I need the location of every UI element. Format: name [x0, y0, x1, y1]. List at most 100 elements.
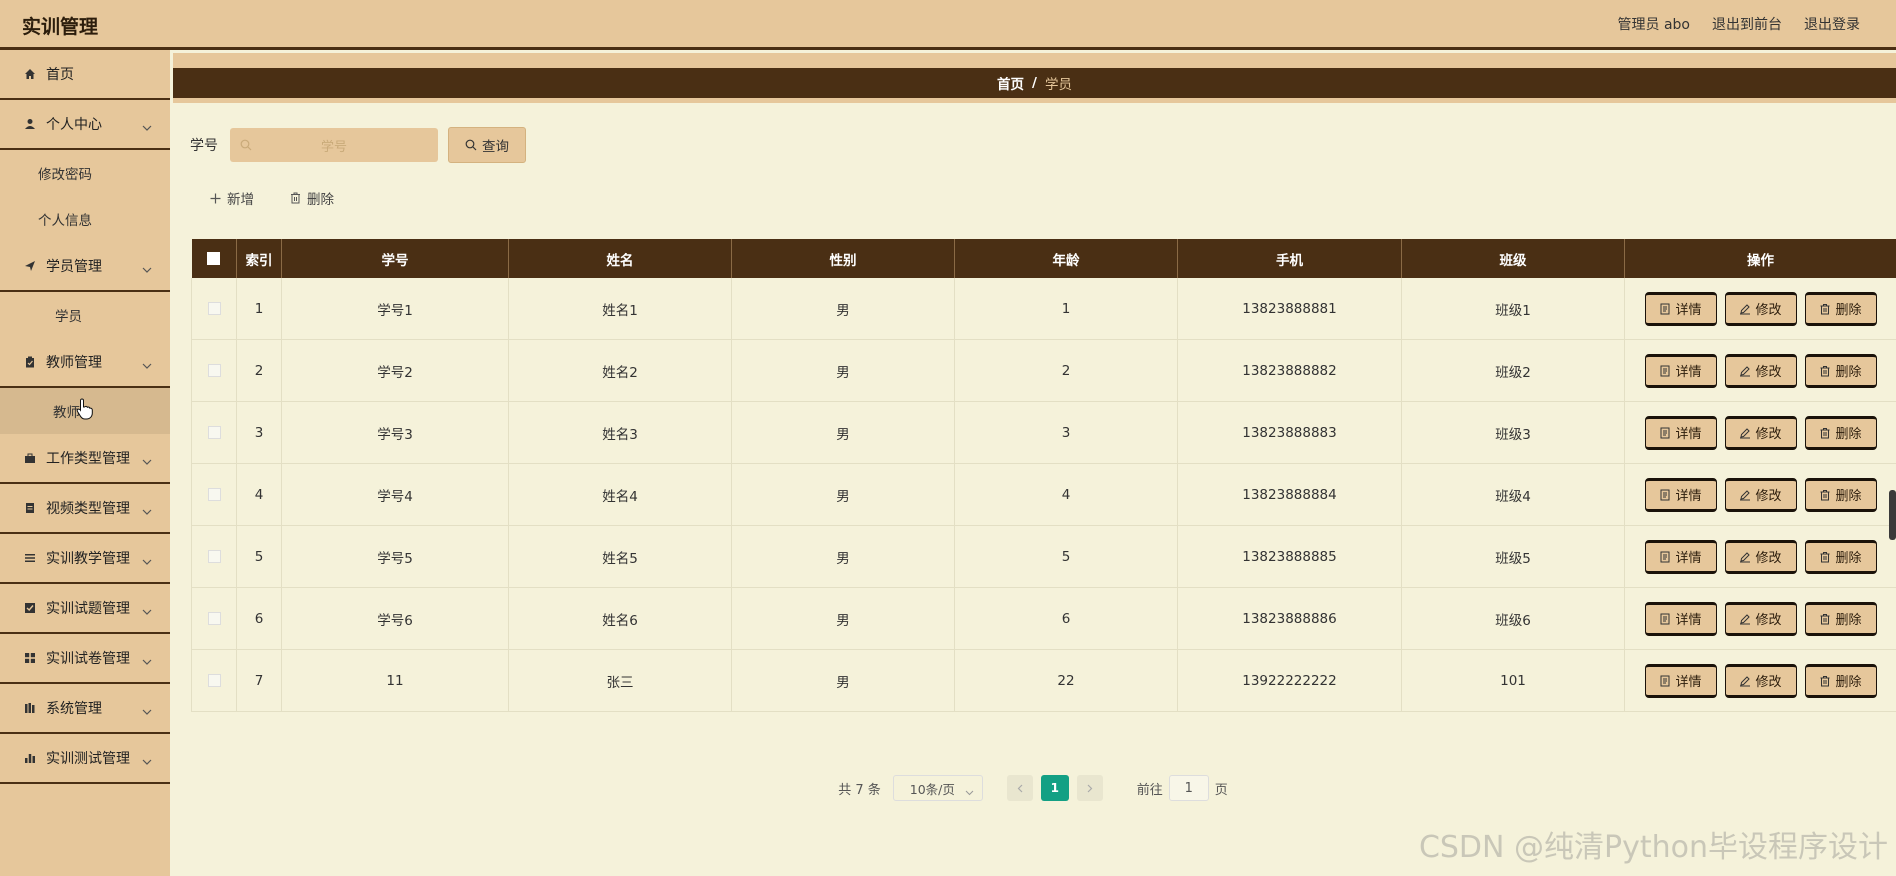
detail-button[interactable]: 详情 — [1644, 477, 1717, 512]
select-all-cell — [191, 239, 237, 278]
sidebar-subitem-student[interactable]: 学员 — [0, 292, 170, 338]
sidebar-item-personal-center[interactable]: 个人中心 — [0, 100, 170, 150]
prev-page-button[interactable] — [1006, 775, 1033, 801]
detail-button[interactable]: 详情 — [1644, 415, 1717, 450]
page-number-current[interactable]: 1 — [1040, 775, 1069, 801]
sidebar-subitem-change-password[interactable]: 修改密码 — [0, 150, 170, 196]
batch-delete-button[interactable]: 删除 — [290, 188, 334, 208]
row-delete-button[interactable]: 删除 — [1804, 539, 1877, 574]
sidebar-item-video-type-management[interactable]: 视频类型管理 — [0, 484, 170, 534]
row-delete-button[interactable]: 删除 — [1804, 663, 1877, 698]
query-button[interactable]: 查询 — [448, 127, 526, 163]
row-delete-button-label: 删除 — [1835, 551, 1862, 566]
clipboard-icon — [24, 356, 36, 368]
row-delete-button[interactable]: 删除 — [1804, 477, 1877, 512]
edit-button-label: 修改 — [1755, 613, 1782, 628]
row-delete-button[interactable]: 删除 — [1804, 353, 1877, 388]
row-delete-button[interactable]: 删除 — [1804, 601, 1877, 636]
table-header-row: 索引 学号 姓名 性别 年龄 手机 班级 操作 — [191, 239, 1896, 278]
detail-button[interactable]: 详情 — [1644, 353, 1717, 388]
grid-icon — [24, 652, 36, 664]
row-checkbox[interactable] — [207, 488, 221, 501]
cell-class: 班级5 — [1401, 525, 1625, 588]
sidebar-item-system-management[interactable]: 系统管理 — [0, 684, 170, 734]
page-size-select[interactable]: 10条/页 — [892, 775, 983, 801]
student-id-search-input[interactable]: 学号 — [230, 128, 438, 162]
exit-to-front-link[interactable]: 退出到前台 — [1712, 14, 1782, 34]
row-checkbox[interactable] — [207, 302, 221, 315]
edit-button[interactable]: 修改 — [1724, 601, 1797, 636]
sidebar-item-paper-management[interactable]: 实训试卷管理 — [0, 634, 170, 684]
cell-student-id: 学号6 — [281, 587, 509, 650]
sidebar-item-work-type-management[interactable]: 工作类型管理 — [0, 434, 170, 484]
cell-gender: 男 — [731, 649, 955, 712]
trash-icon — [1820, 675, 1830, 686]
edit-button[interactable]: 修改 — [1724, 663, 1797, 698]
edit-icon — [1740, 427, 1751, 438]
chevron-left-icon — [1017, 784, 1023, 792]
goto-page-input[interactable]: 1 — [1168, 775, 1209, 801]
row-delete-button[interactable]: 删除 — [1804, 291, 1877, 326]
watermark: CSDN @纯清Python毕设程序设计 — [1418, 830, 1888, 865]
sidebar-item-test-management[interactable]: 实训测试管理 — [0, 734, 170, 784]
document-icon — [1660, 613, 1670, 624]
edit-button[interactable]: 修改 — [1724, 539, 1797, 574]
row-actions: 详情 修改 删除 — [1625, 539, 1896, 574]
table-row: 3 学号3 姓名3 男 3 13823888883 班级3 详情 修改 删除 — [191, 401, 1896, 464]
cell-index: 6 — [236, 587, 282, 650]
cell-actions: 详情 修改 删除 — [1624, 525, 1896, 588]
row-checkbox[interactable] — [207, 364, 221, 377]
add-button[interactable]: 新增 — [210, 188, 254, 208]
cell-actions: 详情 修改 删除 — [1624, 278, 1896, 340]
sidebar-item-teacher-management[interactable]: 教师管理 — [0, 338, 170, 388]
detail-button[interactable]: 详情 — [1644, 539, 1717, 574]
row-checkbox[interactable] — [207, 550, 221, 563]
page-size-value: 10条/页 — [909, 781, 955, 797]
books-icon — [24, 702, 36, 714]
row-checkbox[interactable] — [207, 612, 221, 625]
cell-student-id: 11 — [281, 649, 509, 712]
select-all-checkbox[interactable] — [207, 252, 221, 265]
sidebar-item-label: 学员管理 — [46, 259, 102, 275]
list-icon — [24, 552, 36, 564]
edit-button-label: 修改 — [1755, 551, 1782, 566]
document-icon — [1660, 551, 1670, 562]
cell-gender: 男 — [731, 339, 955, 402]
sidebar-item-home[interactable]: 首页 — [0, 50, 170, 100]
sidebar-item-question-management[interactable]: 实训试题管理 — [0, 584, 170, 634]
logout-link[interactable]: 退出登录 — [1804, 14, 1860, 34]
sidebar-item-student-management[interactable]: 学员管理 — [0, 242, 170, 292]
edit-button[interactable]: 修改 — [1724, 415, 1797, 450]
edit-button[interactable]: 修改 — [1724, 353, 1797, 388]
breadcrumb-home[interactable]: 首页 — [997, 73, 1024, 93]
edit-button[interactable]: 修改 — [1724, 291, 1797, 326]
detail-button[interactable]: 详情 — [1644, 291, 1717, 326]
edit-button-label: 修改 — [1755, 427, 1782, 442]
cell-class: 班级4 — [1401, 463, 1625, 526]
table-row: 2 学号2 姓名2 男 2 13823888882 班级2 详情 修改 删除 — [191, 339, 1896, 402]
cell-index: 2 — [236, 339, 282, 402]
scrollbar-thumb[interactable] — [1889, 490, 1896, 540]
document-icon — [1660, 303, 1670, 314]
cell-age: 5 — [954, 525, 1178, 588]
sidebar: 首页 个人中心 修改密码 个人信息 学员管理 学员 教师管理 教师 工作类型管理… — [0, 50, 170, 876]
sidebar-item-teaching-management[interactable]: 实训教学管理 — [0, 534, 170, 584]
cell-name: 姓名6 — [508, 587, 732, 650]
detail-button[interactable]: 详情 — [1644, 663, 1717, 698]
detail-button-label: 详情 — [1675, 613, 1702, 628]
sidebar-item-label: 实训试卷管理 — [46, 651, 130, 667]
row-checkbox[interactable] — [207, 426, 221, 439]
sidebar-item-label: 实训教学管理 — [46, 551, 130, 567]
row-select-cell — [191, 278, 237, 340]
detail-button[interactable]: 详情 — [1644, 601, 1717, 636]
row-select-cell — [191, 463, 237, 526]
row-checkbox[interactable] — [207, 674, 221, 687]
row-delete-button[interactable]: 删除 — [1804, 415, 1877, 450]
edit-button[interactable]: 修改 — [1724, 477, 1797, 512]
detail-button-label: 详情 — [1675, 489, 1702, 504]
cell-age: 4 — [954, 463, 1178, 526]
breadcrumb-separator: / — [1032, 75, 1037, 91]
next-page-button[interactable] — [1076, 775, 1103, 801]
row-select-cell — [191, 649, 237, 712]
sidebar-subitem-personal-info[interactable]: 个人信息 — [0, 196, 170, 242]
